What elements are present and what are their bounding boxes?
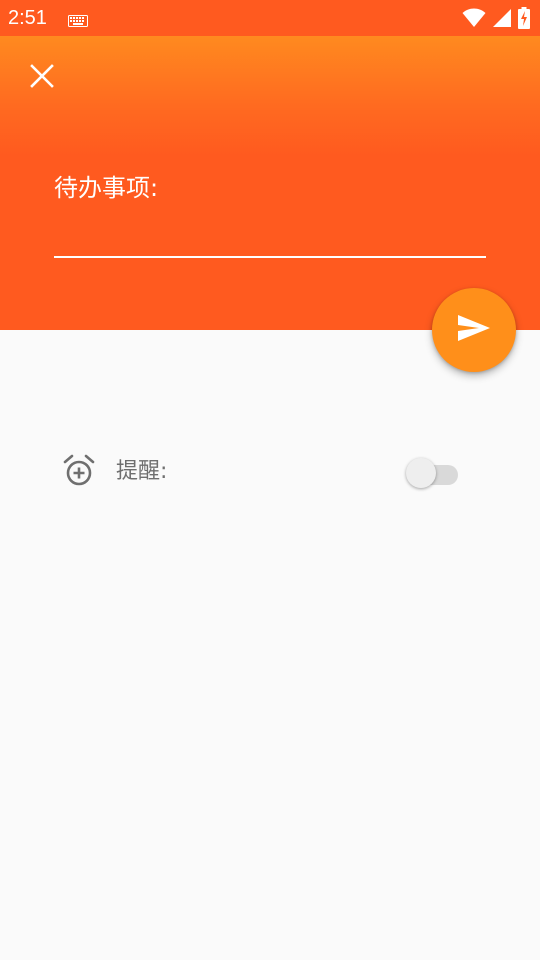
todo-label: 待办事项: <box>54 174 159 202</box>
add-todo-screen: 2:51 待办事项: 提醒: <box>0 0 540 960</box>
wifi-icon <box>456 8 486 28</box>
status-icons <box>456 7 530 29</box>
alarm-add-icon <box>62 454 96 488</box>
switch-thumb <box>406 458 436 488</box>
send-icon <box>457 314 491 346</box>
status-bar: 2:51 <box>0 0 540 36</box>
signal-icon <box>486 8 512 28</box>
close-icon <box>30 64 54 92</box>
reminder-label: 提醒: <box>116 459 168 484</box>
send-button[interactable] <box>432 288 516 372</box>
status-time: 2:51 <box>8 7 47 29</box>
todo-input[interactable] <box>54 212 486 258</box>
todo-header: 待办事项: <box>0 36 540 330</box>
keyboard-icon <box>68 12 88 27</box>
reminder-row: 提醒: <box>0 448 540 496</box>
battery-charging-icon <box>512 7 530 29</box>
close-button[interactable] <box>22 58 62 98</box>
reminder-switch[interactable] <box>406 456 460 488</box>
